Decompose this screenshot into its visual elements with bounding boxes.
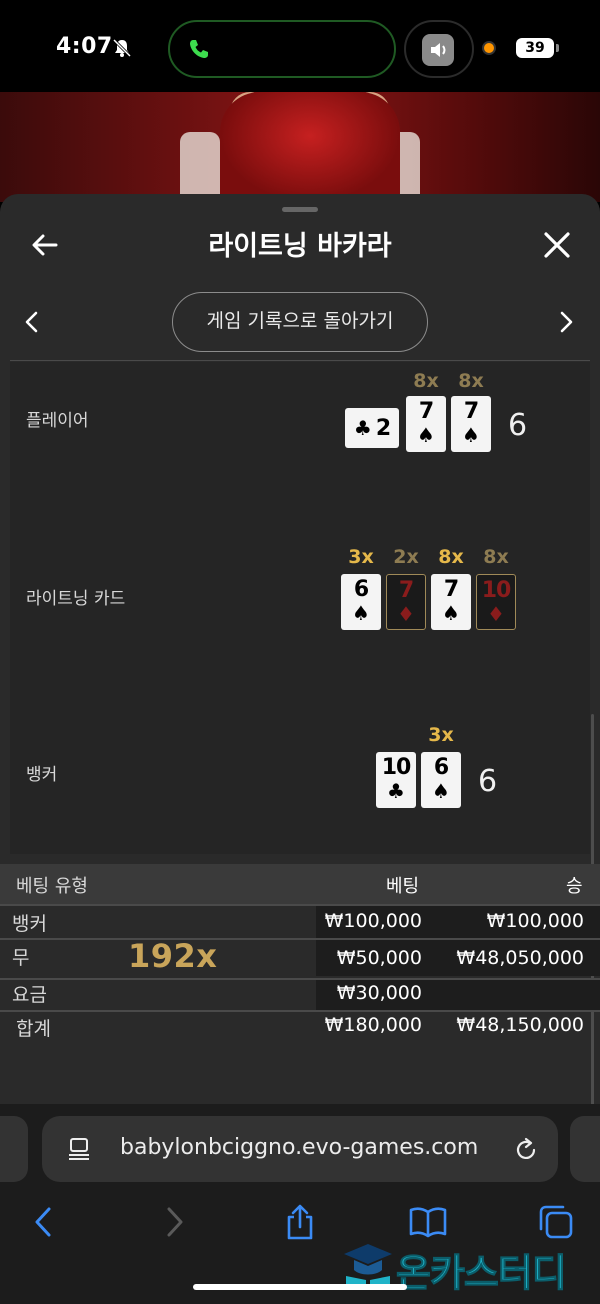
table-row: 뱅커 ₩100,000 ₩100,000 — [0, 906, 600, 940]
card-suit: ♣ — [387, 779, 405, 803]
banker-score: 6 — [478, 764, 498, 799]
player-card-3: 7 ♠ — [451, 396, 491, 452]
next-round-icon[interactable] — [556, 310, 576, 334]
back-to-history-button[interactable]: 게임 기록으로 돌아가기 — [172, 292, 428, 352]
player-card-2-multiplier: 8x — [413, 370, 439, 392]
table-header: 베팅 유형 베팅 승 — [0, 864, 600, 904]
lightning-card-1: 6 ♠ — [341, 574, 381, 630]
card-rank: 10 — [481, 578, 512, 603]
next-tab-preview[interactable] — [570, 1116, 600, 1182]
card-suit: ♠ — [417, 423, 435, 447]
status-bar: 4:07 39 — [0, 0, 600, 92]
player-label: 플레이어 — [26, 411, 89, 431]
card-suit: ♦ — [487, 602, 505, 626]
card-suit: ♠ — [462, 423, 480, 447]
player-card-1: ♣ 2 — [345, 408, 399, 448]
card-rank: 6 — [433, 755, 449, 780]
clock: 4:07 — [56, 34, 113, 59]
card-rank: 2 — [375, 416, 391, 441]
dynamic-island-call[interactable] — [168, 20, 396, 78]
card-rank: 7 — [443, 577, 459, 602]
card-rank: 10 — [381, 755, 412, 780]
player-card-3-multiplier: 8x — [458, 370, 484, 392]
table-total-row: 합계 ₩180,000 ₩48,150,000 — [0, 1014, 600, 1048]
phone-icon — [190, 40, 208, 58]
lightning-card-3: 7 ♠ — [431, 574, 471, 630]
row-win: ₩48,150,000 — [456, 1014, 584, 1036]
player-score: 6 — [508, 408, 528, 443]
row-type: 합계 — [16, 1018, 51, 1040]
card-rank: 7 — [418, 399, 434, 424]
divider — [10, 360, 590, 361]
card-suit: ♠ — [442, 601, 460, 625]
table-row: 무 192x ₩50,000 ₩48,050,000 — [0, 937, 600, 980]
previous-tab-preview[interactable] — [0, 1116, 28, 1182]
banker-card-2-multiplier: 3x — [428, 724, 454, 746]
home-indicator[interactable] — [193, 1284, 407, 1290]
card-suit: ♠ — [352, 601, 370, 625]
address-bar[interactable]: babylonbciggno.evo-games.com — [42, 1116, 558, 1182]
row-type: 요금 — [12, 984, 47, 1006]
row-type: 무 — [12, 947, 30, 969]
card-rank: 7 — [463, 399, 479, 424]
round-results: 플레이어 ♣ 2 8x 7 ♠ 8x 7 ♠ 6 라이트닝 카드 3x 6 ♠ 2x 7… — [10, 362, 590, 854]
card-suit: ♠ — [432, 779, 450, 803]
previous-round-icon[interactable] — [22, 310, 42, 334]
lightning-card-1-multiplier: 3x — [348, 546, 374, 568]
lightning-card-4: 10 ♦ — [476, 574, 516, 630]
back-icon[interactable] — [24, 1202, 64, 1242]
page-menu-icon[interactable] — [66, 1136, 92, 1162]
battery-indicator: 39 — [516, 38, 559, 58]
card-rank: 7 — [398, 578, 414, 603]
bell-muted-icon — [112, 38, 132, 58]
watermark-text: 온카스터디 — [396, 1251, 568, 1296]
player-card-2: 7 ♠ — [406, 396, 446, 452]
lightning-cards-label: 라이트닝 카드 — [26, 589, 126, 609]
browser-toolbar: babylonbciggno.evo-games.com 온카스터디 — [0, 1104, 600, 1304]
tie-multiplier-badge: 192x — [128, 937, 218, 975]
lightning-card-2-multiplier: 2x — [393, 546, 419, 568]
table-row: 요금 ₩30,000 — [0, 980, 600, 1014]
mic-indicator-dot — [482, 41, 496, 55]
forward-icon[interactable] — [154, 1202, 194, 1242]
url-text[interactable]: babylonbciggno.evo-games.com — [120, 1135, 478, 1160]
page-title: 라이트닝 바카라 — [208, 231, 392, 262]
close-icon[interactable] — [542, 230, 572, 260]
lightning-card-2: 7 ♦ — [386, 574, 426, 630]
speaker-icon — [422, 34, 454, 66]
reload-icon[interactable] — [512, 1136, 540, 1164]
share-icon[interactable] — [280, 1202, 320, 1242]
live-video-background — [0, 92, 600, 202]
card-rank: 6 — [353, 577, 369, 602]
row-bet: ₩180,000 — [324, 1014, 422, 1036]
lightning-card-3-multiplier: 8x — [438, 546, 464, 568]
banker-card-1: 10 ♣ — [376, 752, 416, 808]
banker-card-2: 6 ♠ — [421, 752, 461, 808]
banker-label: 뱅커 — [26, 765, 58, 785]
lightning-card-4-multiplier: 8x — [483, 546, 509, 568]
game-history-sheet: 라이트닝 바카라 게임 기록으로 돌아가기 플레이어 ♣ 2 8x 7 ♠ 8x 7… — [0, 194, 600, 1304]
sheet-grabber[interactable] — [282, 207, 318, 212]
card-suit: ♣ — [353, 416, 372, 440]
card-suit: ♦ — [397, 602, 415, 626]
dynamic-island-audio[interactable] — [404, 20, 474, 78]
